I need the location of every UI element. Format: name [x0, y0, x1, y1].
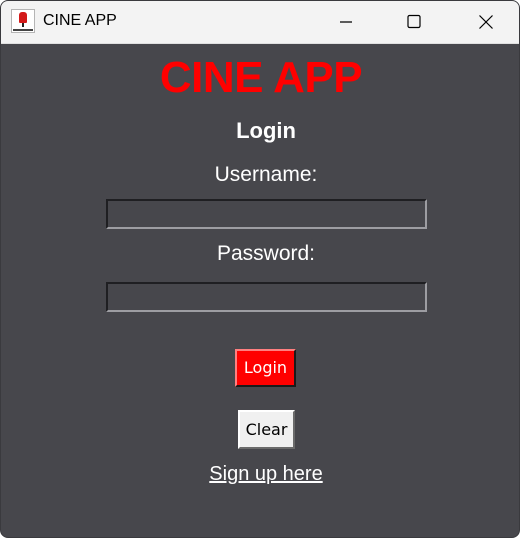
minimize-button[interactable] [323, 1, 369, 43]
clear-button[interactable]: Clear [238, 410, 295, 449]
title-bar[interactable]: CINE APP [1, 1, 519, 44]
username-field[interactable] [106, 199, 427, 229]
login-button[interactable]: Login [235, 349, 296, 387]
close-icon [479, 15, 493, 29]
maximize-button[interactable] [390, 1, 436, 43]
minimize-icon [340, 21, 352, 23]
app-heading: CINE APP [159, 53, 363, 102]
app-window: CINE APP CINE APP Login Username: Passwo… [0, 0, 520, 538]
password-field[interactable] [106, 282, 427, 312]
app-icon [11, 9, 35, 33]
password-label: Password: [216, 242, 316, 265]
login-title: Login [236, 118, 296, 143]
sign-up-link[interactable]: Sign up here [1, 463, 519, 486]
maximize-icon [407, 14, 421, 29]
window-title: CINE APP [43, 12, 117, 29]
close-button[interactable] [462, 1, 508, 43]
username-label: Username: [214, 163, 318, 186]
main-content: CINE APP Login Username: Password: Login… [1, 43, 519, 537]
